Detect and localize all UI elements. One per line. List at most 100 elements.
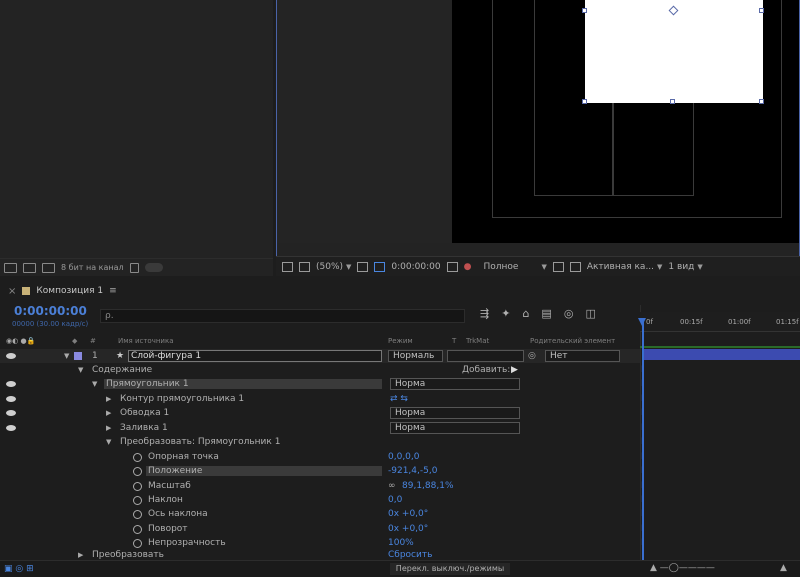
search-input[interactable]: ρ. xyxy=(100,309,465,323)
source-name-column[interactable]: Имя источника xyxy=(118,337,174,345)
opacity-value[interactable]: 100% xyxy=(388,538,414,548)
position-row[interactable]: Положение -921,4,-5,0 xyxy=(0,464,640,478)
handle[interactable] xyxy=(759,8,764,13)
toggle-switches-modes-button[interactable]: Перекл. выключ./режимы xyxy=(390,563,510,575)
graph-editor-icon[interactable]: ◫ xyxy=(585,307,595,320)
add-label[interactable]: Добавить: xyxy=(462,365,510,375)
camera-icon[interactable] xyxy=(446,261,458,272)
timeline-tab[interactable]: × Композиция 1 ≡ xyxy=(0,283,800,299)
stopwatch-icon[interactable] xyxy=(133,509,142,519)
stopwatch-icon[interactable] xyxy=(133,452,142,462)
scale-value[interactable]: 89,1,88,1% xyxy=(402,481,454,491)
eye-icon[interactable] xyxy=(6,396,16,402)
path-direction-icon[interactable]: ⇄ ⇆ xyxy=(390,394,408,404)
motion-blur-icon[interactable]: ◎ xyxy=(564,307,574,320)
bit-depth-label[interactable]: 8 бит на канал xyxy=(61,263,124,272)
eye-icon[interactable] xyxy=(6,381,16,387)
monitor-icon[interactable] xyxy=(299,261,310,272)
color-channels-icon[interactable]: ● xyxy=(464,262,472,272)
interpret-footage-icon[interactable] xyxy=(4,262,17,273)
stroke-row[interactable]: ▶ Обводка 1 Норма xyxy=(0,406,640,420)
expand-triangle-icon[interactable]: ▼ xyxy=(106,438,111,446)
expand-triangle-icon[interactable]: ▶ xyxy=(106,409,111,417)
fill-row[interactable]: ▶ Заливка 1 Норма xyxy=(0,421,640,435)
zoom-dropdown[interactable]: (50%) ▼ xyxy=(316,262,351,272)
anchor-value[interactable]: 0,0,0,0 xyxy=(388,452,420,462)
comp-mini-flowchart-icon[interactable]: ⇶ xyxy=(480,307,489,320)
new-composition-icon[interactable] xyxy=(42,262,55,273)
layer-mode-dropdown[interactable]: Нормаль xyxy=(388,350,443,362)
resolution-dropdown[interactable]: Полное ▼ xyxy=(483,262,546,272)
menu-icon[interactable]: ≡ xyxy=(109,286,117,296)
camera-dropdown[interactable]: Активная ка... ▼ xyxy=(587,262,663,272)
work-area-bar[interactable] xyxy=(640,346,800,348)
skew-value[interactable]: 0,0 xyxy=(388,495,402,505)
stroke-mode-dropdown[interactable]: Норма xyxy=(390,407,520,419)
expand-triangle-icon[interactable]: ▶ xyxy=(106,424,111,432)
zoom-in-icon[interactable]: ▲ xyxy=(780,563,787,573)
always-preview-icon[interactable] xyxy=(282,261,293,272)
eye-icon[interactable] xyxy=(6,410,16,416)
close-icon[interactable]: × xyxy=(8,286,16,297)
layer-row[interactable]: ▼ 1 ★ Слой-фигура 1 Нормаль ◎ Нет xyxy=(0,349,640,363)
skew-axis-row[interactable]: Ось наклона 0x +0,0° xyxy=(0,507,640,521)
fill-mode-dropdown[interactable]: Норма xyxy=(390,422,520,434)
shape-rectangle[interactable] xyxy=(582,0,764,104)
layer-name[interactable]: Слой-фигура 1 xyxy=(128,350,382,362)
handle[interactable] xyxy=(759,99,764,104)
handle[interactable] xyxy=(582,99,587,104)
expand-triangle-icon[interactable]: ▼ xyxy=(64,352,69,360)
frame-blending-icon[interactable]: ▤ xyxy=(541,307,551,320)
time-ruler[interactable]: 0f 00:15f 01:00f 01:15f xyxy=(640,312,800,332)
stopwatch-icon[interactable] xyxy=(133,538,142,548)
draft-3d-icon[interactable]: ✦ xyxy=(501,307,510,320)
position-value[interactable]: -921,4,-5,0 xyxy=(388,466,437,476)
add-menu-icon[interactable]: ▶ xyxy=(511,365,518,375)
parent-dropdown[interactable]: Нет xyxy=(545,350,620,362)
pickwhip-icon[interactable]: ◎ xyxy=(528,351,536,361)
stopwatch-icon[interactable] xyxy=(133,481,142,491)
rotation-row[interactable]: Поворот 0x +0,0° xyxy=(0,522,640,536)
zoom-out-icon[interactable]: ▲ —◯———— xyxy=(650,563,715,573)
rectangle-row[interactable]: ▼ Прямоугольник 1 Норма xyxy=(0,377,640,391)
expand-triangle-icon[interactable]: ▼ xyxy=(78,366,83,374)
rect-mode-dropdown[interactable]: Норма xyxy=(390,378,520,390)
stopwatch-icon[interactable] xyxy=(133,466,142,476)
expand-triangle-icon[interactable]: ▼ xyxy=(92,380,97,388)
scale-row[interactable]: Масштаб ∞ 89,1,88,1% xyxy=(0,479,640,493)
eye-icon[interactable] xyxy=(6,353,16,359)
handle[interactable] xyxy=(670,99,675,104)
opacity-row[interactable]: Непрозрачность 100% xyxy=(0,536,640,550)
expand-triangle-icon[interactable]: ▶ xyxy=(78,551,83,559)
views-dropdown[interactable]: 1 вид ▼ xyxy=(668,262,702,272)
contents-row[interactable]: ▼ Содержание Добавить: ▶ xyxy=(0,363,640,377)
trash-icon[interactable] xyxy=(129,262,139,273)
toggle-icon[interactable] xyxy=(144,263,163,272)
rotation-value[interactable]: 0x +0,0° xyxy=(388,524,428,534)
layer-duration-bar[interactable] xyxy=(644,349,800,360)
expand-triangle-icon[interactable]: ▶ xyxy=(106,395,111,403)
viewer-canvas[interactable] xyxy=(277,0,799,243)
anchor-row[interactable]: Опорная точка 0,0,0,0 xyxy=(0,450,640,464)
skew-axis-value[interactable]: 0x +0,0° xyxy=(388,509,428,519)
transform-rect-row[interactable]: ▼ Преобразовать: Прямоугольник 1 xyxy=(0,435,640,449)
rectangle-label[interactable]: Прямоугольник 1 xyxy=(104,379,382,389)
viewer-timecode[interactable]: 0:00:00:00 xyxy=(391,262,440,272)
timeline-timecode[interactable]: 0:00:00:00 xyxy=(14,304,87,318)
eye-icon[interactable] xyxy=(6,425,16,431)
handle[interactable] xyxy=(582,8,587,13)
label-color-icon[interactable] xyxy=(74,352,82,360)
composition-viewer[interactable] xyxy=(276,0,800,258)
transparency-grid-icon[interactable] xyxy=(569,261,581,272)
trkmat-dropdown[interactable] xyxy=(447,350,524,362)
transform-row[interactable]: ▶ Преобразовать Сбросить xyxy=(0,550,640,560)
region-of-interest-icon[interactable] xyxy=(552,261,564,272)
stopwatch-icon[interactable] xyxy=(133,495,142,505)
new-folder-icon[interactable] xyxy=(23,262,36,273)
skew-row[interactable]: Наклон 0,0 xyxy=(0,493,640,507)
reset-link[interactable]: Сбросить xyxy=(388,550,432,560)
constrain-proportions-icon[interactable]: ∞ xyxy=(388,481,396,491)
stopwatch-icon[interactable] xyxy=(133,524,142,534)
grid-icon[interactable] xyxy=(357,261,369,272)
mask-visibility-icon[interactable] xyxy=(374,261,386,272)
